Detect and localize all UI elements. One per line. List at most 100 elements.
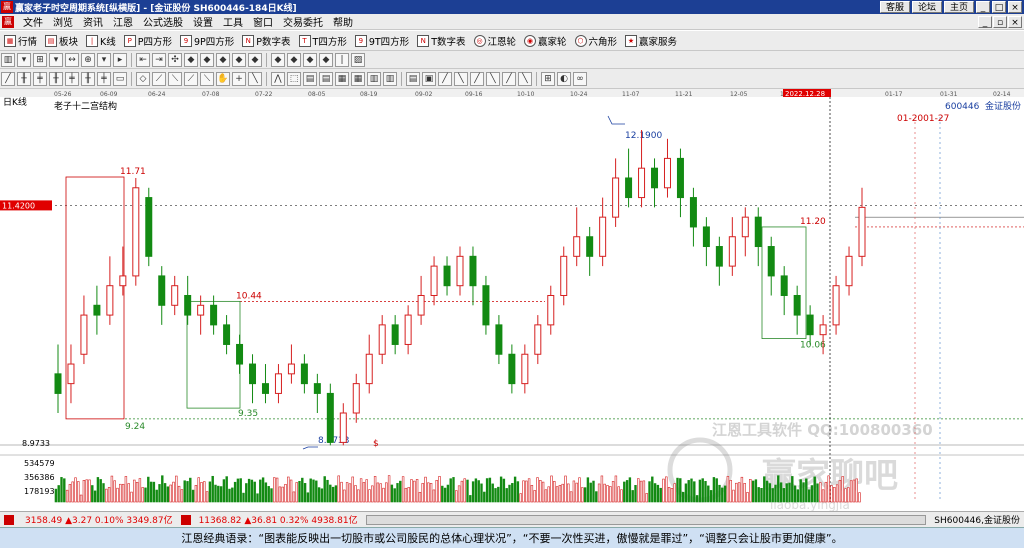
drawing-tool-12-icon[interactable]: ◆: [184, 52, 198, 67]
candle-body[interactable]: [754, 216, 762, 248]
menu-browse[interactable]: 浏览: [48, 14, 78, 29]
analysis-tool-1-icon[interactable]: ╱: [1, 71, 15, 86]
analysis-tool-5-icon[interactable]: ╪: [65, 71, 79, 86]
candle-body[interactable]: [300, 363, 308, 385]
analysis-tool-3-icon[interactable]: ╪: [33, 71, 47, 86]
analysis-tool-15-icon[interactable]: +: [232, 71, 246, 86]
candle-body[interactable]: [80, 314, 88, 355]
analysis-tool-16-icon[interactable]: ╲: [248, 71, 262, 86]
candle-body[interactable]: [287, 363, 295, 375]
analysis-tool-31-icon[interactable]: ╱: [502, 71, 516, 86]
analysis-tool-10-icon[interactable]: ⟋: [152, 71, 166, 86]
drawing-tool-9-icon[interactable]: ⇤: [136, 52, 150, 67]
menu-trade[interactable]: 交易委托: [278, 14, 328, 29]
analysis-tool-28-icon[interactable]: ╲: [454, 71, 468, 86]
analysis-tool-25-icon[interactable]: ▤: [406, 71, 420, 86]
candle-body[interactable]: [560, 255, 568, 296]
menu-settings[interactable]: 设置: [188, 14, 218, 29]
candle-body[interactable]: [54, 373, 62, 394]
analysis-tool-14-icon[interactable]: ✋: [216, 71, 230, 86]
analysis-tool-24-icon[interactable]: ▥: [383, 71, 397, 86]
analysis-tool-17-icon[interactable]: ⋀: [271, 71, 285, 86]
drawing-tool-11-icon[interactable]: ✣: [168, 52, 182, 67]
candle-body[interactable]: [417, 294, 425, 316]
candle-body[interactable]: [495, 324, 503, 355]
candle-body[interactable]: [223, 324, 231, 345]
drawing-tool-1-icon[interactable]: ▥: [1, 52, 15, 67]
analysis-tool-2-icon[interactable]: ╫: [17, 71, 31, 86]
candle-body[interactable]: [210, 304, 218, 326]
drawing-tool-22-icon[interactable]: ▨: [351, 52, 365, 67]
analysis-tool-13-icon[interactable]: ⟍: [200, 71, 214, 86]
analysis-tool-30-icon[interactable]: ╲: [486, 71, 500, 86]
candle-body[interactable]: [391, 324, 399, 345]
candle-body[interactable]: [741, 216, 749, 238]
candle-body[interactable]: [132, 187, 140, 277]
candle-body[interactable]: [274, 373, 282, 394]
candle-body[interactable]: [832, 285, 840, 326]
candle-body[interactable]: [352, 383, 360, 414]
drawing-tool-8-icon[interactable]: ▸: [113, 52, 127, 67]
kline-tool[interactable]: | K线: [82, 33, 120, 49]
candle-body[interactable]: [651, 167, 659, 189]
candle-body[interactable]: [106, 285, 114, 316]
analysis-tool-33-icon[interactable]: ⊞: [541, 71, 555, 86]
candle-body[interactable]: [119, 275, 127, 287]
candle-body[interactable]: [728, 236, 736, 267]
candle-body[interactable]: [819, 324, 827, 336]
drawing-tool-10-icon[interactable]: ⇥: [152, 52, 166, 67]
analysis-tool-8-icon[interactable]: ▭: [113, 71, 127, 86]
minimize-icon[interactable]: _: [976, 1, 990, 13]
candle-body[interactable]: [508, 353, 516, 385]
candle-body[interactable]: [858, 206, 866, 257]
maximize-icon[interactable]: □: [992, 1, 1006, 13]
t-number-tool[interactable]: N T数字表: [413, 33, 469, 49]
t-square-tool[interactable]: T T四方形: [295, 33, 351, 49]
candle-body[interactable]: [404, 314, 412, 345]
analysis-tool-6-icon[interactable]: ╫: [81, 71, 95, 86]
forum-button[interactable]: 论坛: [912, 1, 942, 13]
candle-body[interactable]: [443, 265, 451, 287]
candle-body[interactable]: [158, 275, 166, 306]
candle-body[interactable]: [171, 285, 179, 306]
analysis-tool-32-icon[interactable]: ╲: [518, 71, 532, 86]
9p-square-tool[interactable]: 9 9P四方形: [176, 33, 238, 49]
drawing-tool-21-icon[interactable]: |: [335, 52, 349, 67]
menu-window[interactable]: 窗口: [248, 14, 278, 29]
kline-chart[interactable]: 日K线 老子十二宫结构 600446 金证股份 01-2001-27 江恩工具软…: [0, 96, 1024, 512]
analysis-tool-20-icon[interactable]: ▤: [319, 71, 333, 86]
candle-body[interactable]: [469, 255, 477, 287]
drawing-tool-17-icon[interactable]: ◆: [271, 52, 285, 67]
menu-formula[interactable]: 公式选股: [138, 14, 188, 29]
homepage-button[interactable]: 主页: [944, 1, 974, 13]
drawing-tool-4-icon[interactable]: ▾: [49, 52, 63, 67]
drawing-tool-7-icon[interactable]: ▾: [97, 52, 111, 67]
winner-service-tool[interactable]: ★ 赢家服务: [621, 33, 681, 49]
menu-file[interactable]: 文件: [18, 14, 48, 29]
candle-body[interactable]: [184, 294, 192, 316]
drawing-tool-16-icon[interactable]: ◆: [248, 52, 262, 67]
candle-body[interactable]: [767, 246, 775, 277]
candle-body[interactable]: [586, 236, 594, 257]
menu-help[interactable]: 帮助: [328, 14, 358, 29]
menu-gann[interactable]: 江恩: [108, 14, 138, 29]
candle-body[interactable]: [145, 197, 153, 257]
analysis-tool-35-icon[interactable]: ∞: [573, 71, 587, 86]
candle-body[interactable]: [612, 177, 620, 218]
child-close-icon[interactable]: ×: [1008, 16, 1022, 28]
sector-tool[interactable]: ▤ 板块: [41, 33, 82, 49]
candle-body[interactable]: [625, 177, 633, 199]
candle-body[interactable]: [689, 197, 697, 228]
drawing-tool-14-icon[interactable]: ◆: [216, 52, 230, 67]
drawing-tool-2-icon[interactable]: ▾: [17, 52, 31, 67]
analysis-tool-26-icon[interactable]: ▣: [422, 71, 436, 86]
drawing-tool-13-icon[interactable]: ◆: [200, 52, 214, 67]
winner-wheel-tool[interactable]: ◉ 赢家轮: [520, 33, 571, 49]
drawing-tool-3-icon[interactable]: ⊞: [33, 52, 47, 67]
candle-body[interactable]: [378, 324, 386, 355]
analysis-tool-4-icon[interactable]: ╫: [49, 71, 63, 86]
p-number-tool[interactable]: N P数字表: [238, 33, 294, 49]
candle-body[interactable]: [261, 383, 269, 394]
candle-body[interactable]: [845, 255, 853, 287]
candle-body[interactable]: [599, 216, 607, 257]
